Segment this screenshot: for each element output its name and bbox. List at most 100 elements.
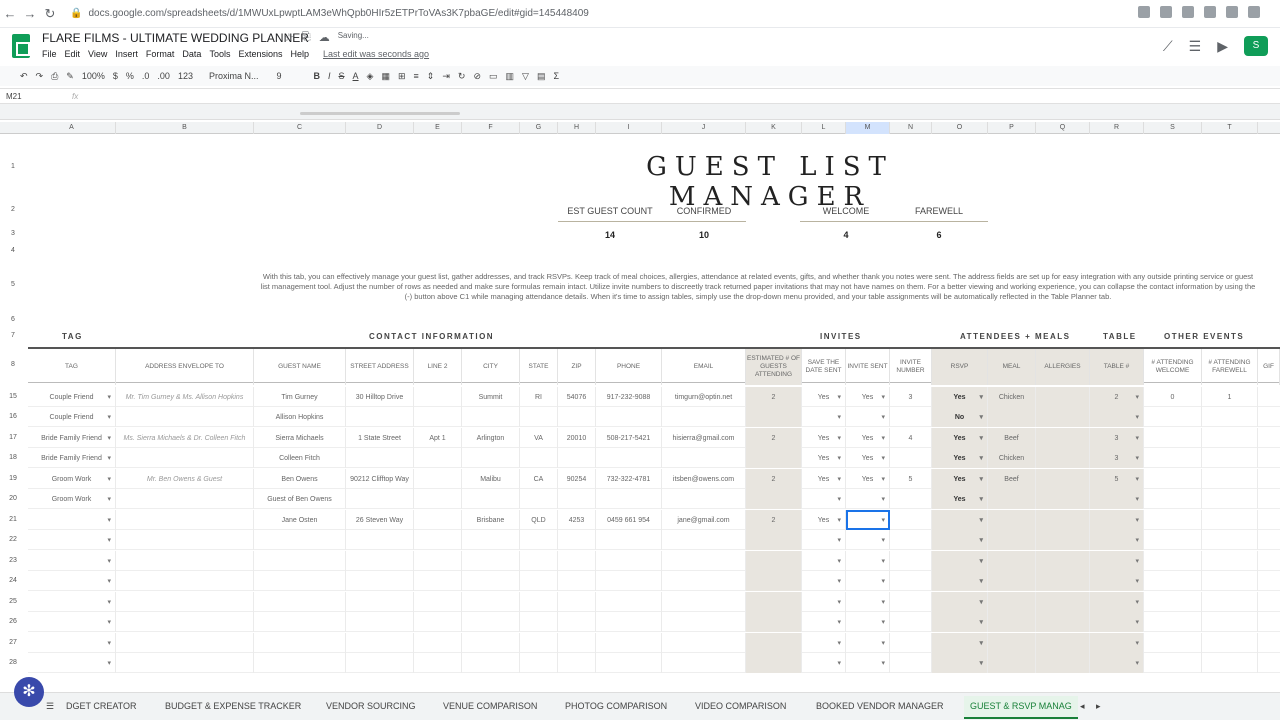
cell-env[interactable]: Mr. Tim Gurney & Ms. Allison Hopkins (116, 387, 254, 407)
activity-icon[interactable]: ⟋ (1163, 38, 1173, 55)
cell-meal[interactable] (988, 653, 1036, 673)
row-number[interactable]: 24 (0, 577, 26, 584)
cell-allergies[interactable] (1036, 612, 1090, 632)
extension-icon[interactable] (1204, 6, 1216, 18)
cell-rsvp[interactable]: Yes (932, 387, 988, 407)
cell-welcome[interactable] (1144, 571, 1202, 591)
share-page-icon[interactable] (1138, 6, 1150, 18)
star-icon[interactable]: ☆ (284, 31, 294, 44)
cell-email[interactable]: jane@gmail.com (662, 510, 746, 530)
sheets-logo-icon[interactable] (12, 34, 30, 58)
column-header[interactable]: B (116, 122, 254, 134)
cell-street[interactable] (346, 571, 414, 591)
cell-line2[interactable] (414, 612, 462, 632)
row-number[interactable]: 6 (0, 316, 26, 323)
cell-zip[interactable]: 54076 (558, 387, 596, 407)
cell-zip[interactable] (558, 489, 596, 509)
menu-view[interactable]: View (88, 49, 107, 59)
cell-email[interactable] (662, 489, 746, 509)
cell-inv[interactable] (846, 633, 890, 653)
header-cell[interactable]: RSVP (932, 349, 988, 385)
cell-street[interactable]: 30 Hilltop Drive (346, 387, 414, 407)
cell-farewell[interactable] (1202, 407, 1258, 427)
last-edit-link[interactable]: Last edit was seconds ago (323, 49, 429, 59)
cell-guest[interactable] (254, 551, 346, 571)
cell-street[interactable] (346, 489, 414, 509)
cell-tag[interactable]: Groom Work (28, 469, 116, 489)
text-color-icon[interactable]: A (353, 71, 359, 81)
cell-std[interactable] (802, 489, 846, 509)
cell-farewell[interactable] (1202, 633, 1258, 653)
cell-guest[interactable]: Sierra Michaels (254, 428, 346, 448)
cell-guest[interactable]: Allison Hopkins (254, 407, 346, 427)
cell-guest[interactable]: Jane Osten (254, 510, 346, 530)
cell-inv[interactable] (846, 489, 890, 509)
cell-table[interactable] (1090, 653, 1144, 673)
row-number[interactable]: 23 (0, 557, 26, 564)
header-cell[interactable]: ADDRESS ENVELOPE TO (116, 349, 254, 385)
cell-city[interactable] (462, 551, 520, 571)
column-header[interactable]: E (414, 122, 462, 134)
row-number[interactable]: 2 (0, 206, 26, 213)
cell-state[interactable] (520, 633, 558, 653)
cell-email[interactable] (662, 551, 746, 571)
cell-guest[interactable] (254, 633, 346, 653)
row-number[interactable]: 25 (0, 598, 26, 605)
cell-rsvp[interactable]: No (932, 407, 988, 427)
sheet-tab[interactable]: BOOKED VENDOR MANAGER (816, 701, 944, 711)
cell-est[interactable] (746, 489, 802, 509)
share-button[interactable]: S (1244, 36, 1268, 56)
cell-est[interactable] (746, 530, 802, 550)
cell-inv[interactable] (846, 551, 890, 571)
cell-street[interactable] (346, 551, 414, 571)
cell-table[interactable]: 3 (1090, 428, 1144, 448)
fill-color-icon[interactable]: ◈ (367, 71, 374, 82)
scroll-left-icon[interactable]: ◂ (1080, 701, 1085, 712)
cell-street[interactable] (346, 592, 414, 612)
row-number[interactable]: 8 (0, 361, 26, 368)
cell-std[interactable] (802, 633, 846, 653)
cell-email[interactable] (662, 653, 746, 673)
cell-state[interactable]: RI (520, 387, 558, 407)
cell-tag[interactable]: Bride Family Friend (28, 428, 116, 448)
cell-zip[interactable] (558, 633, 596, 653)
cell-table[interactable]: 5 (1090, 469, 1144, 489)
cell-guest[interactable] (254, 592, 346, 612)
cell-meal[interactable]: Beef (988, 469, 1036, 489)
cell-std[interactable]: Yes (802, 510, 846, 530)
cell-city[interactable] (462, 489, 520, 509)
cell-street[interactable]: 90212 Clifftop Way (346, 469, 414, 489)
cell-table[interactable] (1090, 551, 1144, 571)
cell-street[interactable]: 1 State Street (346, 428, 414, 448)
cell-meal[interactable] (988, 571, 1036, 591)
header-cell[interactable]: STATE (520, 349, 558, 385)
cell-phone[interactable] (596, 530, 662, 550)
cell-est[interactable] (746, 653, 802, 673)
column-header[interactable]: C (254, 122, 346, 134)
cell-state[interactable] (520, 612, 558, 632)
cell-std[interactable] (802, 653, 846, 673)
redo-icon[interactable]: ↷ (36, 71, 44, 82)
header-cell[interactable]: GUEST NAME (254, 349, 346, 385)
cell-guest[interactable] (254, 653, 346, 673)
menu-extensions[interactable]: Extensions (238, 49, 282, 59)
cell-table[interactable]: 3 (1090, 448, 1144, 468)
cell-zip[interactable] (558, 551, 596, 571)
cell-tag[interactable]: Groom Work (28, 489, 116, 509)
cell-guest[interactable]: Ben Owens (254, 469, 346, 489)
cell-allergies[interactable] (1036, 551, 1090, 571)
sheet-tab[interactable]: PHOTOG COMPARISON (565, 701, 667, 711)
cell-phone[interactable]: 0459 661 954 (596, 510, 662, 530)
cell-allergies[interactable] (1036, 469, 1090, 489)
cell-line2[interactable] (414, 571, 462, 591)
cell-line2[interactable] (414, 510, 462, 530)
cell-env[interactable] (116, 448, 254, 468)
header-cell[interactable]: ZIP (558, 349, 596, 385)
cell-city[interactable] (462, 530, 520, 550)
cell-invnum[interactable] (890, 530, 932, 550)
cell-street[interactable] (346, 448, 414, 468)
header-cell[interactable]: GIF (1258, 349, 1280, 385)
cell-guest[interactable]: Colleen Fitch (254, 448, 346, 468)
italic-icon[interactable]: I (328, 71, 331, 81)
reload-icon[interactable]: ↻ (40, 6, 60, 22)
